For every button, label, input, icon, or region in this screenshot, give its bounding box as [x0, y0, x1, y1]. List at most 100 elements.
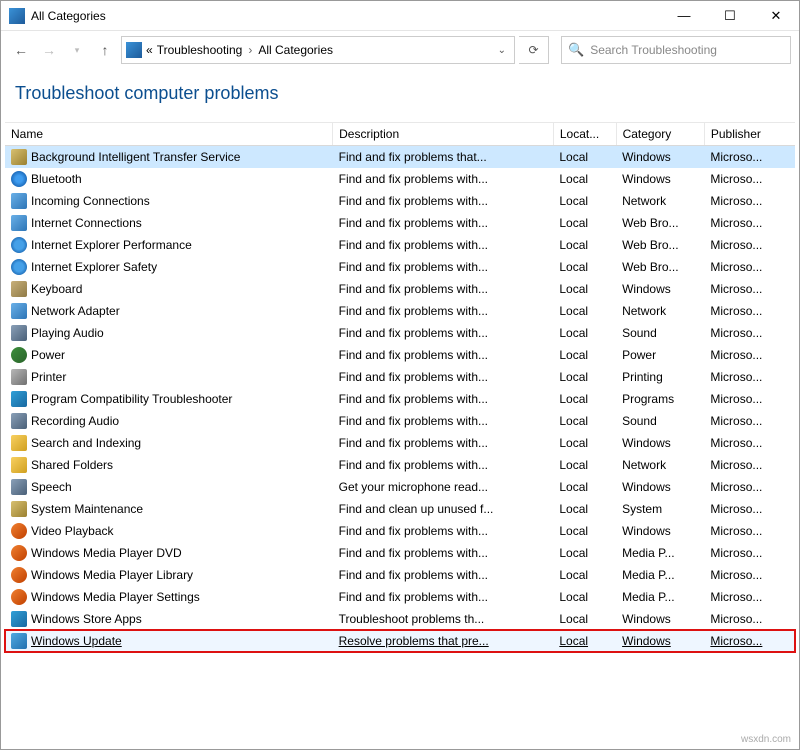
crumb-troubleshooting[interactable]: Troubleshooting	[157, 43, 243, 57]
troubleshooter-name: Internet Explorer Safety	[31, 260, 157, 274]
col-header-name[interactable]: Name	[5, 123, 333, 146]
troubleshooter-name: Speech	[31, 480, 72, 494]
cell-description: Find and fix problems with...	[333, 520, 554, 542]
table-row[interactable]: Video Playback Find and fix problems with…	[5, 520, 795, 542]
table-row[interactable]: Program Compatibility TroubleshooterFind…	[5, 388, 795, 410]
maximize-button[interactable]: ☐	[707, 1, 753, 31]
up-button[interactable]: ↑	[93, 36, 117, 64]
cell-publisher: Microso...	[704, 476, 795, 498]
table-row[interactable]: PowerFind and fix problems with...LocalP…	[5, 344, 795, 366]
troubleshooter-icon	[11, 259, 27, 275]
refresh-button[interactable]: ⟳	[519, 36, 549, 64]
cell-category: Network	[616, 190, 704, 212]
cell-location: Local	[553, 542, 616, 564]
troubleshooter-name: Windows Media Player DVD	[31, 546, 182, 560]
cell-publisher: Microso...	[704, 498, 795, 520]
cell-description: Find and fix problems with...	[333, 212, 554, 234]
table-row[interactable]: Windows Media Player SettingsFind and fi…	[5, 586, 795, 608]
cell-location: Local	[553, 322, 616, 344]
minimize-button[interactable]: —	[661, 1, 707, 31]
col-header-description[interactable]: Description	[333, 123, 554, 146]
table-row[interactable]: Internet Explorer Safety Find and fix pro…	[5, 256, 795, 278]
cell-location: Local	[553, 300, 616, 322]
cell-location: Local	[553, 586, 616, 608]
cell-description: Find and fix problems with...	[333, 278, 554, 300]
table-row[interactable]: Network AdapterFind and fix problems wit…	[5, 300, 795, 322]
cell-description: Find and fix problems with...	[333, 564, 554, 586]
cell-category: Printing	[616, 366, 704, 388]
address-history-dropdown[interactable]: ⌄	[494, 45, 510, 56]
table-row[interactable]: Search and IndexingFind and fix problems…	[5, 432, 795, 454]
cell-category: Windows	[616, 278, 704, 300]
table-row[interactable]: Windows Store AppsTroubleshoot problems …	[5, 608, 795, 630]
table-row[interactable]: Recording AudioFind and fix problems wit…	[5, 410, 795, 432]
table-row[interactable]: Playing AudioFind and fix problems with.…	[5, 322, 795, 344]
table-row[interactable]: Windows UpdateResolve problems that pre.…	[5, 630, 795, 652]
troubleshooter-name: Video Playback	[31, 524, 114, 538]
cell-location: Local	[553, 234, 616, 256]
table-row[interactable]: PrinterFind and fix problems with...Loca…	[5, 366, 795, 388]
address-icon	[126, 42, 142, 58]
troubleshooter-name: System Maintenance	[31, 502, 143, 516]
close-button[interactable]: ✕	[753, 1, 799, 31]
table-row[interactable]: Background Intelligent Transfer ServiceF…	[5, 146, 795, 169]
cell-description: Find and fix problems with...	[333, 168, 554, 190]
troubleshooter-name: Windows Media Player Library	[31, 568, 193, 582]
col-header-category[interactable]: Category	[616, 123, 704, 146]
cell-category: Windows	[616, 608, 704, 630]
header-row: Name Description Locat... Category Publi…	[5, 123, 795, 146]
table-row[interactable]: Windows Media Player Library Find and fix…	[5, 564, 795, 586]
cell-category: Sound	[616, 410, 704, 432]
address-bar[interactable]: « Troubleshooting › All Categories ⌄	[121, 36, 515, 64]
cell-location: Local	[553, 278, 616, 300]
table-row[interactable]: Internet Explorer PerformanceFind and fi…	[5, 234, 795, 256]
cell-publisher: Microso...	[704, 278, 795, 300]
cell-publisher: Microso...	[704, 630, 795, 652]
cell-category: Network	[616, 454, 704, 476]
crumb-prefix: «	[146, 43, 153, 57]
cell-location: Local	[553, 344, 616, 366]
cell-category: Windows	[616, 630, 704, 652]
table-row[interactable]: SpeechGet your microphone read...LocalWi…	[5, 476, 795, 498]
nav-toolbar: ← → ▾ ↑ « Troubleshooting › All Categori…	[1, 31, 799, 69]
search-input[interactable]: 🔍 Search Troubleshooting	[561, 36, 791, 64]
cell-description: Find and fix problems with...	[333, 256, 554, 278]
cell-category: Media P...	[616, 564, 704, 586]
troubleshooter-icon	[11, 171, 27, 187]
cell-category: Windows	[616, 432, 704, 454]
table-row[interactable]: KeyboardFind and fix problems with...Loc…	[5, 278, 795, 300]
table-row[interactable]: Shared FoldersFind and fix problems with…	[5, 454, 795, 476]
troubleshooter-icon	[11, 633, 27, 649]
cell-description: Get your microphone read...	[333, 476, 554, 498]
cell-category: Windows	[616, 520, 704, 542]
cell-publisher: Microso...	[704, 454, 795, 476]
troubleshooter-icon	[11, 589, 27, 605]
troubleshooter-table: Name Description Locat... Category Publi…	[5, 122, 795, 652]
col-header-publisher[interactable]: Publisher	[704, 123, 795, 146]
troubleshooter-icon	[11, 435, 27, 451]
cell-description: Find and fix problems with...	[333, 344, 554, 366]
troubleshooter-name: Incoming Connections	[31, 194, 150, 208]
table-row[interactable]: System MaintenanceFind and clean up unus…	[5, 498, 795, 520]
troubleshooter-icon	[11, 325, 27, 341]
table-row[interactable]: Internet ConnectionsFind and fix problem…	[5, 212, 795, 234]
chevron-right-icon: ›	[248, 43, 252, 57]
crumb-all-categories[interactable]: All Categories	[258, 43, 333, 57]
table-row[interactable]: Windows Media Player DVDFind and fix pro…	[5, 542, 795, 564]
troubleshooter-icon	[11, 149, 27, 165]
cell-category: Web Bro...	[616, 234, 704, 256]
watermark: wsxdn.com	[741, 734, 791, 745]
back-button[interactable]: ←	[9, 36, 33, 64]
search-placeholder: Search Troubleshooting	[590, 43, 717, 57]
cell-publisher: Microso...	[704, 542, 795, 564]
table-row[interactable]: BluetoothFind and fix problems with...Lo…	[5, 168, 795, 190]
cell-category: Programs	[616, 388, 704, 410]
cell-location: Local	[553, 608, 616, 630]
col-header-location[interactable]: Locat...	[553, 123, 616, 146]
table-row[interactable]: Incoming ConnectionsFind and fix problem…	[5, 190, 795, 212]
forward-button[interactable]: →	[37, 36, 61, 64]
troubleshooter-icon	[11, 303, 27, 319]
cell-category: Power	[616, 344, 704, 366]
recent-dropdown[interactable]: ▾	[65, 36, 89, 64]
cell-publisher: Microso...	[704, 520, 795, 542]
